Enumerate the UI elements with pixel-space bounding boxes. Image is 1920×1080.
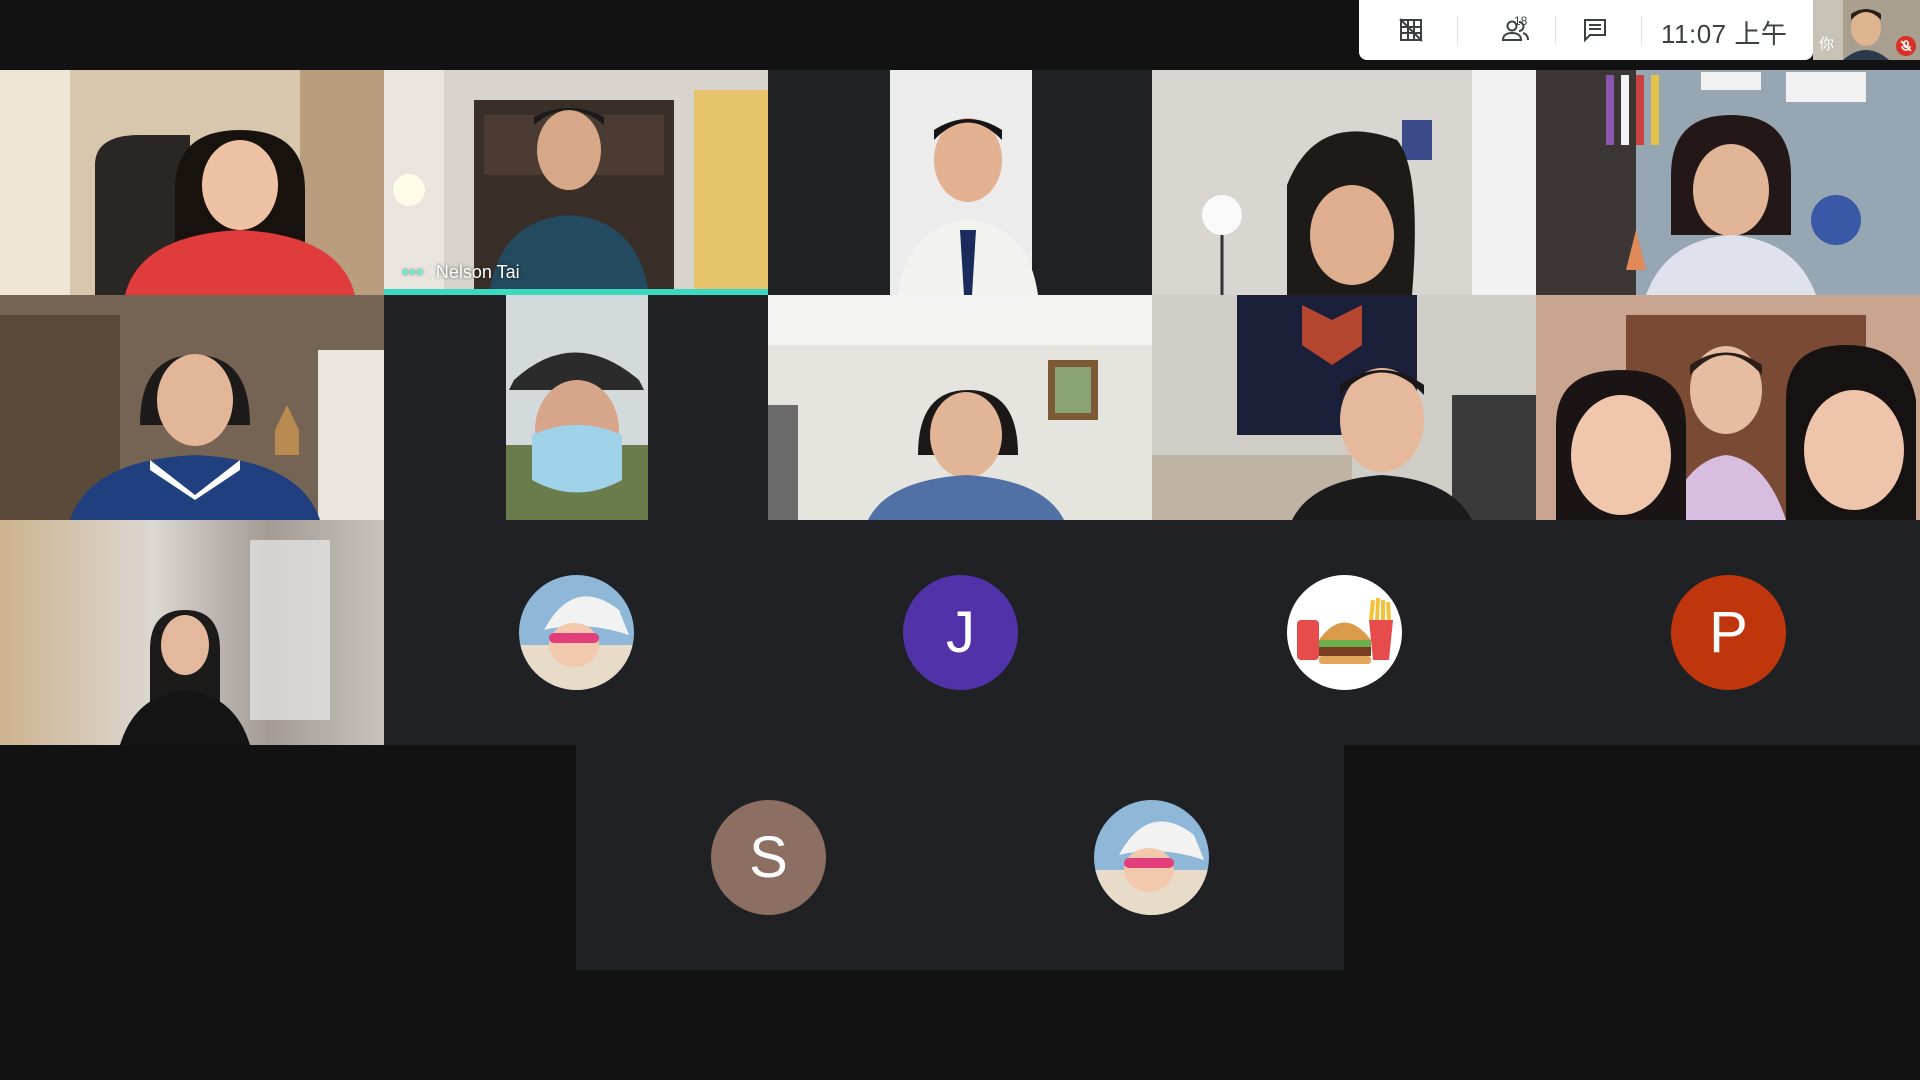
participant-video-tile[interactable] [0, 70, 384, 295]
chat-icon[interactable] [1577, 12, 1613, 48]
participant-name-label: ••• Nelson Tai [402, 262, 520, 283]
participant-video [384, 295, 768, 520]
participant-video-tile[interactable] [768, 295, 1152, 520]
meeting-clock: 11:07 上午 [1661, 19, 1788, 49]
divider [1555, 16, 1556, 44]
participant-video-tile[interactable]: ••• Nelson Tai [384, 70, 768, 295]
burger-icon [1287, 575, 1402, 690]
participant-name: Nelson Tai [435, 262, 520, 282]
speaking-indicator-icon: ••• [402, 262, 424, 282]
people-button[interactable]: 18 [1490, 12, 1542, 48]
avatar-panel: J P [384, 520, 1920, 745]
participant-avatar[interactable] [519, 575, 634, 690]
participant-video-tile[interactable] [1536, 295, 1920, 520]
avatar-letter: P [1709, 600, 1748, 665]
avatar-letter: S [749, 825, 788, 890]
participant-video-tile[interactable] [0, 295, 384, 520]
divider [1457, 16, 1458, 44]
participant-video [0, 295, 384, 520]
participant-video [0, 70, 384, 295]
participant-video [0, 520, 384, 745]
participant-avatar[interactable]: J [903, 575, 1018, 690]
participant-avatar[interactable] [1094, 800, 1209, 915]
participant-video [768, 295, 1152, 520]
participant-video-tile[interactable] [1536, 70, 1920, 295]
meeting-controls: 18 11:07 上午 [1359, 0, 1813, 60]
baby-photo-icon [519, 575, 634, 690]
people-count: 18 [1514, 14, 1528, 28]
participant-avatar[interactable] [1287, 575, 1402, 690]
self-view-tile[interactable]: 你 [1813, 0, 1920, 60]
layout-icon[interactable] [1393, 12, 1429, 48]
participant-avatar[interactable]: P [1671, 575, 1786, 690]
participant-avatar[interactable]: S [711, 800, 826, 915]
self-label: 你 [1819, 36, 1835, 53]
participant-video [1536, 295, 1920, 520]
avatar-panel: S [576, 745, 1344, 970]
participant-video-tile[interactable] [768, 70, 1152, 295]
participant-video-tile[interactable] [1152, 295, 1536, 520]
mic-off-icon [1896, 36, 1916, 56]
participant-video-tile[interactable] [384, 295, 768, 520]
participant-video [1152, 295, 1536, 520]
baby-photo-icon [1094, 800, 1209, 915]
participant-video [1536, 70, 1920, 295]
participant-video [768, 70, 1152, 295]
participant-video-tile[interactable] [0, 520, 384, 745]
participant-video-tile[interactable] [1152, 70, 1536, 295]
divider [1641, 16, 1642, 44]
avatar-letter: J [946, 600, 975, 665]
participant-video [1152, 70, 1536, 295]
